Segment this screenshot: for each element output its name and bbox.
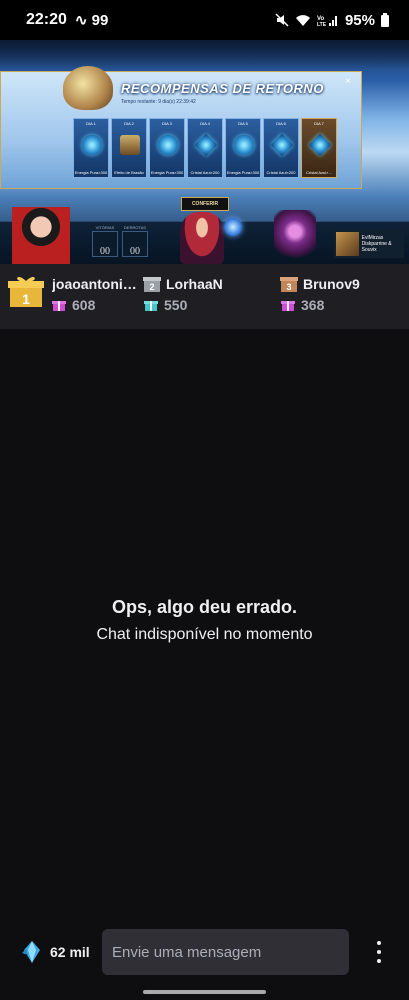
home-indicator[interactable]: [143, 990, 266, 994]
reward-day: DIA 6 Cristal Azul×200: [263, 118, 299, 178]
status-notification-count: ∿ 99: [74, 12, 109, 29]
gift-icon: [144, 301, 158, 311]
promo-card: EvlMirzas Diskparrine & Souvix: [334, 230, 404, 258]
chat-error: Ops, algo deu errado. Chat indisponível …: [0, 597, 409, 644]
return-rewards-popup: RECOMPENSAS DE RETORNO Tempo restante: 9…: [0, 66, 362, 189]
points-count: 62 mil: [50, 944, 90, 960]
reward-days: DIA 1 Energia Pura×300 DIA 2 Efeito de Bras…: [73, 118, 337, 178]
channel-points-button[interactable]: 62 mil: [20, 940, 90, 964]
leaderboard-name: joaoantoniol...: [52, 276, 138, 292]
streamer-webcam: [12, 207, 70, 264]
reward-day-label: DIA 7: [314, 121, 324, 126]
reward-day-reward: Cristal Azul×...: [306, 170, 332, 175]
reward-day-reward: Cristal Azul×200: [190, 170, 220, 175]
gift-icon: [52, 301, 66, 311]
crystal-reward-icon: [270, 133, 294, 157]
promo-subtitle: Diskparrine & Souvix: [361, 241, 392, 253]
orb-reward-icon: [82, 135, 102, 155]
wins-value: 00: [92, 231, 118, 257]
leaderboard-item-3[interactable]: 3 Brunov9 368: [279, 273, 399, 319]
magic-orb: [224, 218, 242, 236]
message-input[interactable]: [102, 929, 349, 975]
badge-reward-icon: [120, 135, 140, 155]
reward-day-reward: Efeito de Brasão: [114, 170, 144, 175]
status-time: 22:20: [26, 11, 67, 28]
leaderboard-count: 368: [281, 297, 324, 313]
svg-text:2: 2: [149, 282, 154, 292]
orb-reward-icon: [234, 135, 254, 155]
reward-day-reward: Cristal Azul×200: [266, 170, 296, 175]
reward-day-reward: Energia Pura×300: [150, 170, 184, 175]
reward-day: DIA 4 Cristal Azul×200: [187, 118, 223, 178]
wins-label: VITÓRIAS: [95, 225, 115, 230]
crystal-reward-icon: [308, 133, 332, 157]
check-button: CONFERIR: [181, 197, 229, 211]
champion-portrait: [63, 66, 113, 110]
rank-emblem: [274, 210, 316, 264]
losses-label: DERROTAS: [124, 225, 146, 230]
silver-gift-icon: 2: [143, 277, 161, 292]
gift-leaderboard[interactable]: 1 joaoantoniol... 608 2 LorhaaN 550 3 Br…: [0, 264, 409, 329]
reward-day-label: DIA 3: [162, 121, 172, 126]
reward-day: DIA 7 Cristal Azul×...: [301, 118, 337, 178]
stream-video[interactable]: RECOMPENSAS DE RETORNO Tempo restante: 9…: [0, 40, 409, 264]
bronze-gift-icon: 3: [280, 277, 298, 292]
promo-image: [336, 232, 359, 256]
popup-timer: Tempo restante: 9 dia(s) 22:39:42: [121, 99, 196, 105]
reward-day: DIA 5 Energia Pura×300: [225, 118, 261, 178]
svg-text:LTE: LTE: [317, 22, 327, 27]
status-bar: 22:20 ∿ 99 Vo LTE 95%: [0, 0, 409, 40]
reward-day-label: DIA 5: [238, 121, 248, 126]
battery-percent: 95%: [344, 11, 375, 29]
leaderboard-count: 608: [52, 297, 95, 313]
notification-count: 99: [91, 12, 109, 29]
losses-value: 00: [122, 231, 148, 257]
wifi-icon: [295, 14, 310, 26]
status-icons: Vo LTE 95%: [275, 12, 389, 29]
reward-day-reward: Energia Pura×300: [226, 170, 260, 175]
reward-day-label: DIA 1: [86, 121, 96, 126]
stream-shade: [0, 40, 409, 70]
svg-text:1: 1: [22, 291, 30, 307]
error-subtitle: Chat indisponível no momento: [96, 626, 313, 643]
leaderboard-item-1[interactable]: 1 joaoantoniol... 608: [8, 273, 138, 319]
leaderboard-count: 550: [144, 297, 187, 313]
more-options-icon[interactable]: [370, 939, 388, 965]
reward-day-label: DIA 6: [276, 121, 286, 126]
svg-text:3: 3: [286, 282, 291, 292]
reward-day-label: DIA 4: [200, 121, 210, 126]
leaderboard-name: Brunov9: [303, 276, 360, 292]
leaderboard-name: LorhaaN: [166, 276, 223, 292]
reward-day: DIA 2 Efeito de Brasão: [111, 118, 147, 178]
reward-day: DIA 3 Energia Pura×300: [149, 118, 185, 178]
leaderboard-item-2[interactable]: 2 LorhaaN 550: [142, 273, 272, 319]
gift-icon: [281, 301, 295, 311]
mute-icon: [275, 13, 289, 27]
crystal-points-icon: [22, 941, 40, 963]
orb-reward-icon: [158, 135, 178, 155]
reward-day: DIA 1 Energia Pura×300: [73, 118, 109, 178]
reward-day-label: DIA 2: [124, 121, 134, 126]
champion-art: [180, 212, 224, 264]
lte-signal-icon: VoLTE: [317, 15, 337, 27]
popup-title: RECOMPENSAS DE RETORNO: [121, 81, 324, 96]
chat-input-bar: 62 mil: [0, 924, 409, 980]
crystal-reward-icon: [194, 133, 218, 157]
reward-day-reward: Energia Pura×300: [74, 170, 108, 175]
popup-close-icon: ×: [345, 76, 351, 87]
gold-gift-icon: 1: [8, 276, 44, 307]
battery-icon: [381, 13, 389, 27]
error-title: Ops, algo deu errado.: [111, 597, 298, 617]
